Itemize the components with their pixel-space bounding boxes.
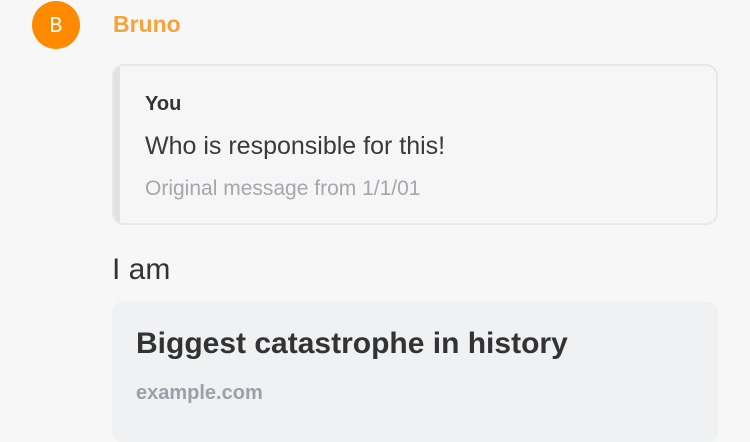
quoted-meta: Original message from 1/1/01 [145,177,421,200]
message-body: I am [112,253,171,286]
link-preview[interactable]: Biggest catastrophe in history example.c… [112,302,718,442]
link-title[interactable]: Biggest catastrophe in history [136,326,568,362]
link-domain: example.com [136,382,263,404]
quoted-message[interactable]: You Who is responsible for this! Origina… [112,64,718,225]
sender-name[interactable]: Bruno [113,10,181,38]
avatar[interactable]: B [32,1,80,49]
avatar-initial: B [49,13,63,37]
quote-bar [114,66,120,223]
quoted-author: You [145,93,182,115]
quoted-text: Who is responsible for this! [145,132,446,160]
